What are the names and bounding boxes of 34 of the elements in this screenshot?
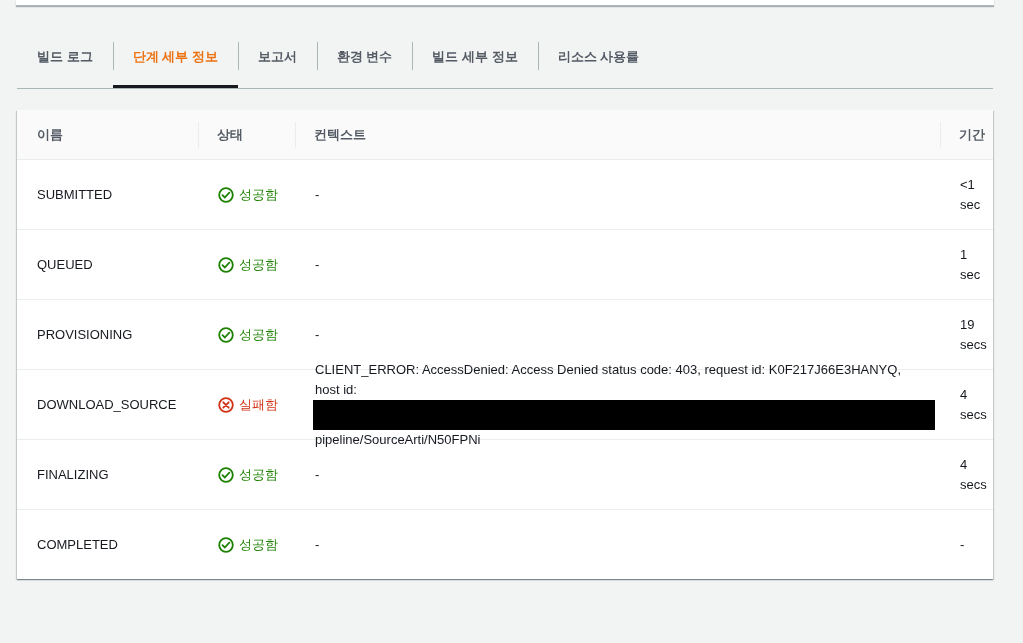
status-label: 실패함: [239, 395, 278, 414]
table-cell-text: PROVISIONING: [37, 325, 133, 344]
table-cell-text: 4 secs: [960, 455, 988, 494]
table-cell-text: FINALIZING: [37, 465, 109, 484]
table-cell-text: <1 sec: [960, 175, 982, 214]
table-cell-text: QUEUED: [37, 255, 93, 274]
tab[interactable]: 리소스 사용률: [537, 38, 660, 88]
status-label: 성공함: [239, 325, 278, 344]
tab[interactable]: 빌드 세부 정보: [412, 38, 538, 88]
table-cell-text: COMPLETED: [37, 535, 118, 554]
context-text: -: [315, 535, 321, 554]
table-cell-text: SUBMITTED: [37, 185, 113, 204]
table-cell-text: 19 secs: [960, 315, 988, 354]
table-cell-text: DOWNLOAD_SOURCE: [37, 395, 177, 414]
context-text: CLIENT_ERROR: AccessDenied: Access Denied status code: 403, request id: K0F217J66E3HANYQ, host id:: [315, 360, 902, 399]
column-header: 상태: [198, 110, 295, 160]
status-label: 성공함: [239, 465, 278, 484]
context-text: -: [315, 465, 321, 484]
context-text: -: [315, 325, 321, 344]
column-header: 컨텍스트: [295, 110, 940, 160]
tab[interactable]: 보고서: [237, 38, 317, 88]
table-cell-text: 4 secs: [960, 385, 988, 424]
context-text: -: [315, 185, 321, 204]
status-label: 성공함: [239, 255, 278, 274]
tab[interactable]: 빌드 로그: [17, 38, 113, 88]
column-header: 이름: [17, 110, 198, 160]
status-label: 성공함: [239, 535, 278, 554]
column-header: 기간: [940, 110, 993, 160]
context-text: pipeline/SourceArti/N50FPNi: [315, 430, 482, 449]
tab[interactable]: 환경 변수: [316, 38, 413, 88]
table-cell-text: -: [960, 535, 966, 554]
context-text: -: [315, 255, 321, 274]
status-label: 성공함: [239, 185, 278, 204]
table-cell-text: 1 sec: [960, 245, 982, 284]
